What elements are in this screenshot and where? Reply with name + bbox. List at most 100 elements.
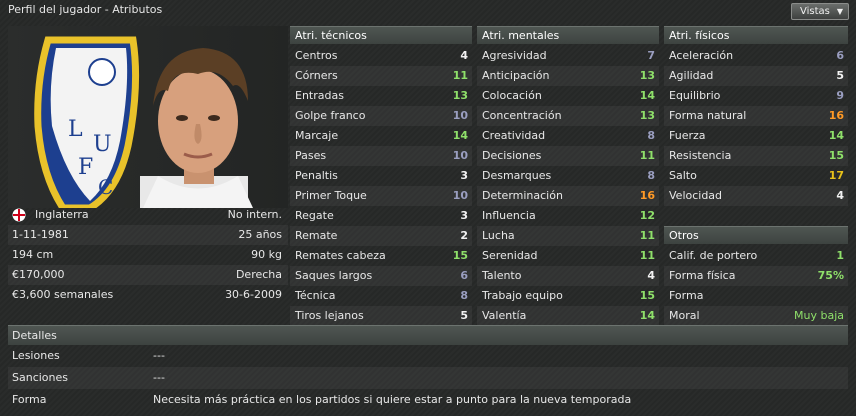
club-crest-and-face-image: L U F C — [34, 36, 253, 208]
attribute-row[interactable]: Talento 4 — [477, 266, 659, 286]
international-status: No intern. — [227, 208, 282, 221]
attribute-row[interactable]: Valentía 14 — [477, 306, 659, 326]
mental-header: Atri. mentales — [477, 26, 659, 44]
attribute-row[interactable]: Primer Toque 10 — [290, 186, 472, 206]
attribute-row[interactable]: Calif. de portero 1 — [664, 246, 848, 266]
attribute-name: Lucha — [482, 229, 515, 242]
attribute-name: Fuerza — [669, 129, 706, 142]
attribute-row[interactable]: Anticipación 13 — [477, 66, 659, 86]
preferred-foot: Derecha — [235, 268, 282, 281]
attribute-row[interactable]: Córners 11 — [290, 66, 472, 86]
age: 25 años — [238, 228, 282, 241]
attribute-row[interactable]: Creatividad 8 — [477, 126, 659, 146]
detail-row-forma: Forma Necesita más práctica en los parti… — [8, 389, 848, 411]
attribute-value: 11 — [639, 149, 655, 162]
attribute-name: Desmarques — [482, 169, 552, 182]
attribute-value: Muy baja — [794, 309, 844, 322]
chevron-down-icon: ▼ — [836, 7, 843, 16]
attribute-row[interactable]: Golpe franco 10 — [290, 106, 472, 126]
attribute-value: 1 — [836, 249, 844, 262]
size-row: 194 cm 90 kg — [8, 245, 288, 265]
detail-label: Sanciones — [12, 371, 68, 384]
attribute-value: 10 — [452, 109, 468, 122]
attribute-row[interactable]: Desmarques 8 — [477, 166, 659, 186]
attribute-value: 4 — [836, 189, 844, 202]
detail-label: Forma — [12, 393, 47, 406]
attribute-value: 2 — [460, 229, 468, 242]
attribute-row[interactable]: Trabajo equipo 15 — [477, 286, 659, 306]
attribute-value: 7 — [647, 49, 655, 62]
attribute-name: Remates cabeza — [295, 249, 386, 262]
attribute-row[interactable]: Serenidad 11 — [477, 246, 659, 266]
attribute-name: Aceleración — [669, 49, 734, 62]
attribute-row[interactable]: Influencia 12 — [477, 206, 659, 226]
attribute-row[interactable]: Forma física 75% — [664, 266, 848, 286]
contract-row: €3,600 semanales 30-6-2009 — [8, 285, 288, 305]
attribute-row[interactable]: Determinación 16 — [477, 186, 659, 206]
birth-date: 1-11-1981 — [12, 228, 69, 241]
page-title: Perfil del jugador - Atributos — [8, 3, 163, 16]
attribute-name: Pases — [295, 149, 327, 162]
attribute-name: Forma física — [669, 269, 736, 282]
attribute-row[interactable]: Entradas 13 — [290, 86, 472, 106]
birth-row: 1-11-1981 25 años — [8, 225, 288, 245]
attribute-row[interactable]: Moral Muy baja — [664, 306, 848, 326]
nationality-row: Inglaterra No intern. — [8, 205, 288, 225]
attribute-row[interactable]: Velocidad 4 — [664, 186, 848, 206]
attribute-name: Trabajo equipo — [482, 289, 563, 302]
attribute-row[interactable]: Forma natural 16 — [664, 106, 848, 126]
svg-text:F: F — [78, 155, 93, 180]
attribute-row[interactable]: Centros 4 — [290, 46, 472, 66]
attribute-value: 8 — [647, 169, 655, 182]
attribute-name: Salto — [669, 169, 697, 182]
attribute-value: 4 — [460, 49, 468, 62]
attribute-row[interactable]: Agresividad 7 — [477, 46, 659, 66]
attribute-name: Regate — [295, 209, 334, 222]
attribute-row[interactable]: Lucha 11 — [477, 226, 659, 246]
attribute-name: Forma natural — [669, 109, 747, 122]
attribute-value: 13 — [639, 69, 655, 82]
attribute-row[interactable]: Penaltis 3 — [290, 166, 472, 186]
attribute-row[interactable]: Aceleración 6 — [664, 46, 848, 66]
attribute-value: 14 — [828, 129, 844, 142]
attribute-name: Valentía — [482, 309, 527, 322]
attribute-name: Serenidad — [482, 249, 538, 262]
attribute-row[interactable]: Colocación 14 — [477, 86, 659, 106]
attribute-value: 10 — [452, 149, 468, 162]
market-value: €170,000 — [12, 268, 65, 281]
attribute-row[interactable]: Saques largos 6 — [290, 266, 472, 286]
attribute-value: 6 — [836, 49, 844, 62]
attribute-name: Agresividad — [482, 49, 547, 62]
height: 194 cm — [12, 248, 54, 261]
attribute-row[interactable]: Decisiones 11 — [477, 146, 659, 166]
attribute-row[interactable]: Técnica 8 — [290, 286, 472, 306]
attribute-row[interactable]: Tiros lejanos 5 — [290, 306, 472, 326]
attribute-value: 8 — [460, 289, 468, 302]
attribute-row[interactable]: Salto 17 — [664, 166, 848, 186]
attribute-name: Velocidad — [669, 189, 723, 202]
attribute-row[interactable]: Concentración 13 — [477, 106, 659, 126]
attribute-row[interactable]: Forma — [664, 286, 848, 306]
physical-header: Atri. físicos — [664, 26, 848, 44]
attribute-row[interactable]: Remates cabeza 15 — [290, 246, 472, 266]
attribute-row[interactable]: Agilidad 5 — [664, 66, 848, 86]
attribute-value: 14 — [639, 309, 655, 322]
attribute-row[interactable]: Remate 2 — [290, 226, 472, 246]
attribute-row[interactable]: Marcaje 14 — [290, 126, 472, 146]
attribute-name: Primer Toque — [295, 189, 367, 202]
attribute-value: 13 — [639, 109, 655, 122]
attribute-row[interactable]: Regate 3 — [290, 206, 472, 226]
attribute-name: Marcaje — [295, 129, 339, 142]
attribute-row[interactable]: Pases 10 — [290, 146, 472, 166]
vistas-dropdown[interactable]: Vistas ▼ — [791, 3, 849, 20]
attribute-value: 10 — [452, 189, 468, 202]
attribute-row[interactable]: Equilibrio 9 — [664, 86, 848, 106]
attribute-name: Talento — [482, 269, 522, 282]
attribute-value: 13 — [452, 89, 468, 102]
attribute-value: 11 — [452, 69, 468, 82]
attribute-name: Colocación — [482, 89, 542, 102]
attribute-value: 5 — [836, 69, 844, 82]
attribute-row[interactable]: Resistencia 15 — [664, 146, 848, 166]
nationality[interactable]: Inglaterra — [35, 205, 89, 225]
attribute-row[interactable]: Fuerza 14 — [664, 126, 848, 146]
